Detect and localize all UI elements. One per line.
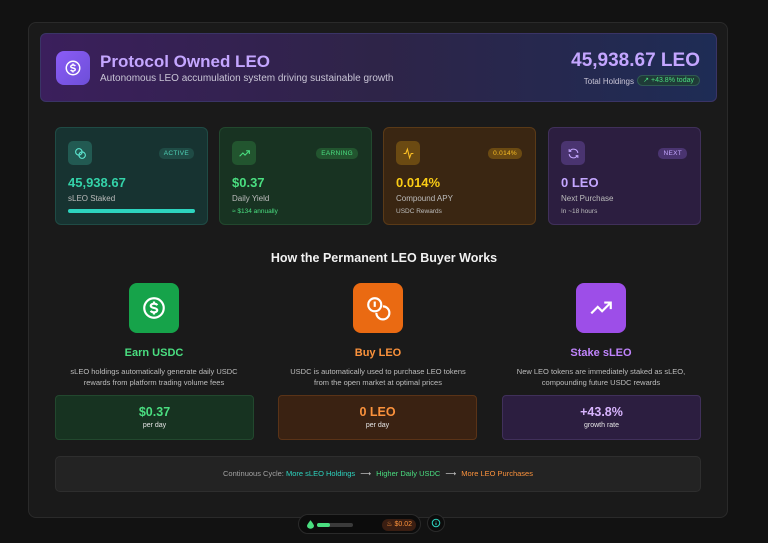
- page-subtitle: Autonomous LEO accumulation system drivi…: [100, 73, 394, 84]
- stat-sub: USDC Rewards: [396, 208, 442, 215]
- page-title: Protocol Owned LEO: [100, 52, 271, 71]
- price-value: $0.02: [394, 521, 412, 528]
- arrow-right-icon: ⟶: [445, 469, 457, 478]
- stat-card-staked: ACTIVE 45,938.67 sLEO Staked: [55, 127, 208, 225]
- box-unit: per day: [142, 422, 167, 429]
- resource-dock[interactable]: ♨ $0.02: [298, 514, 421, 534]
- stat-card-next-purchase: NEXT 0 LEO Next Purchase In ~18 hours: [548, 127, 701, 225]
- step-stake-sleo: Stake sLEO New LEO tokens are immediatel…: [501, 283, 701, 388]
- stat-value: $0.37: [232, 175, 265, 190]
- coins-icon: [353, 283, 403, 333]
- price-badge[interactable]: ♨ $0.02: [382, 519, 416, 531]
- step-desc: USDC is automatically used to purchase L…: [290, 367, 466, 387]
- droplet-icon: [307, 520, 314, 529]
- trending-up-icon: [576, 283, 626, 333]
- step-desc: sLEO holdings automatically generate dai…: [70, 367, 238, 387]
- cycle-label: Continuous Cycle:: [223, 469, 284, 478]
- progress-bar: [68, 209, 195, 213]
- buy-value-box: 0 LEO per day: [278, 395, 477, 440]
- step-desc: New LEO tokens are immediately staked as…: [516, 367, 686, 387]
- total-holdings-value: 45,938.67 LEO: [571, 50, 700, 71]
- info-button[interactable]: [427, 514, 445, 532]
- dollar-circle-icon: [129, 283, 179, 333]
- stat-value: 0.014%: [396, 175, 441, 190]
- box-value: 0 LEO: [359, 405, 396, 419]
- step-earn-usdc: Earn USDC sLEO holdings automatically ge…: [54, 283, 254, 388]
- info-icon: [431, 518, 441, 528]
- arrow-right-icon: ⟶: [360, 469, 372, 478]
- activity-icon: [396, 141, 420, 165]
- stat-value: 0 LEO: [561, 175, 599, 190]
- stat-sub: In ~18 hours: [561, 208, 598, 215]
- box-unit: growth rate: [583, 422, 620, 429]
- resource-bar: [317, 523, 353, 527]
- status-badge: ACTIVE: [158, 148, 194, 159]
- step-buy-leo: Buy LEO USDC is automatically used to pu…: [278, 283, 478, 388]
- continuous-cycle: Continuous Cycle: More sLEO Holdings ⟶ H…: [55, 456, 701, 492]
- cycle-step-1: More sLEO Holdings: [285, 469, 356, 478]
- growth-badge: ↗ +43.8% today: [637, 75, 700, 86]
- stat-label: Daily Yield: [232, 194, 270, 203]
- stat-card-compound-apy: 0.014% 0.014% Compound APY USDC Rewards: [383, 127, 536, 225]
- cycle-step-3: More LEO Purchases: [461, 469, 533, 478]
- step-name: Stake sLEO: [570, 347, 632, 359]
- stat-label: Next Purchase: [561, 194, 614, 203]
- stat-card-daily-yield: EARNING $0.37 Daily Yield ≈ $134 annuall…: [219, 127, 372, 225]
- status-badge: NEXT: [658, 148, 687, 159]
- stat-label: sLEO Staked: [68, 194, 116, 203]
- stat-value: 45,938.67: [68, 175, 126, 190]
- step-name: Earn USDC: [124, 347, 184, 359]
- step-name: Buy LEO: [354, 347, 402, 359]
- box-value: +43.8%: [580, 405, 623, 419]
- stake-value-box: +43.8% growth rate: [502, 395, 701, 440]
- box-value: $0.37: [138, 405, 171, 419]
- stat-sub: ≈ $134 annually: [232, 208, 278, 215]
- refresh-icon: [561, 141, 585, 165]
- stat-label: Compound APY: [396, 194, 453, 203]
- earn-value-box: $0.37 per day: [55, 395, 254, 440]
- status-badge: EARNING: [316, 148, 358, 159]
- status-badge: 0.014%: [488, 148, 522, 159]
- dollar-circle-icon: [56, 51, 90, 85]
- flame-icon: ♨: [386, 521, 393, 528]
- coins-icon: [68, 141, 92, 165]
- box-unit: per day: [365, 422, 390, 429]
- header-banner: Protocol Owned LEO Autonomous LEO accumu…: [40, 33, 717, 102]
- trending-up-icon: [232, 141, 256, 165]
- cycle-step-2: Higher Daily USDC: [376, 469, 441, 478]
- total-holdings-label: Total Holdings: [583, 77, 634, 86]
- resource-bar-fill: [317, 523, 330, 527]
- section-title: How the Permanent LEO Buyer Works: [270, 251, 498, 265]
